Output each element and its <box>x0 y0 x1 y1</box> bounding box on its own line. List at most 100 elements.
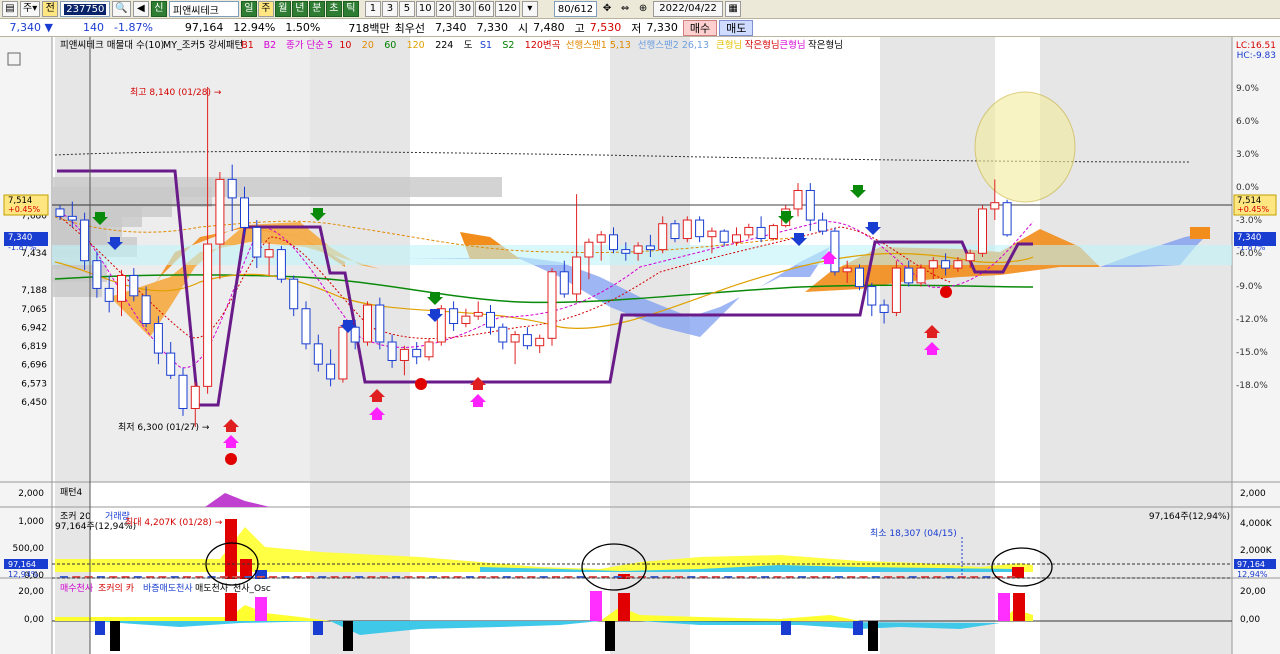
high-label: 고 <box>574 21 585 35</box>
move-icon[interactable]: ⇔ <box>617 1 633 17</box>
candle-body-12 <box>203 243 213 387</box>
number-tab-30[interactable]: 30 <box>455 1 475 17</box>
volume-axis-left-1: 500,00 <box>13 544 45 554</box>
expand-icon[interactable]: ✥ <box>599 1 615 17</box>
candle-body-43 <box>584 241 594 258</box>
candle-body-47 <box>633 245 643 254</box>
candle-body-15 <box>240 197 249 228</box>
number-tab-1[interactable]: 1 <box>364 1 381 17</box>
legend-item-12: S2 <box>502 40 514 51</box>
volume-axis-left-0: 1,000 <box>18 517 44 527</box>
hts-chart-window: ▤ 주 ▾ 전 237750 🔍 ◀ 신 피앤씨테크 일주월년분초틱 1 3 5 10 2… <box>0 0 1280 654</box>
volume-axis-right-0: 4,000K <box>1240 519 1273 529</box>
pct-label-8: -15.0% <box>1236 348 1268 358</box>
osc-legend-0: 매수천사 <box>60 583 94 594</box>
candle-body-0 <box>55 208 65 217</box>
legend-item-15: 선행스팬2 26,13 <box>638 39 709 51</box>
amount-value: 718백만 <box>348 21 390 35</box>
stock-code-input[interactable]: 237750 <box>60 1 111 17</box>
volume-current: 97,164주(12,94%) <box>55 521 136 532</box>
period-tab-4[interactable]: 분 <box>308 1 325 17</box>
legend-item-19: 작은형님 <box>808 40 843 51</box>
candle-body-77 <box>1002 202 1012 236</box>
sell-button[interactable]: 매도 <box>719 19 754 36</box>
candle-body-63 <box>830 230 840 273</box>
number-tab-5[interactable]: 5 <box>398 1 415 17</box>
candle-body-48 <box>645 245 655 251</box>
volume-tag-left-value: 97,164 <box>8 560 36 569</box>
candle-body-13 <box>215 178 225 245</box>
number-tab-20[interactable]: 20 <box>435 1 455 17</box>
volume-title: 조커 20 <box>60 511 91 522</box>
price-value: 7,340 ▼ <box>9 21 53 34</box>
price-label-3: 7,065 <box>21 305 47 315</box>
period-tab-6[interactable]: 틱 <box>342 1 359 17</box>
legend-item-6: 20 <box>362 40 374 51</box>
hc-label: HC:-9.83 <box>1237 51 1276 61</box>
pct-label-7: -12.0% <box>1236 315 1268 325</box>
number-tab-60[interactable]: 60 <box>475 1 494 17</box>
search-icon[interactable]: 🔍 <box>112 1 131 17</box>
menu-icon[interactable]: ▤ <box>2 1 18 17</box>
candle-body-3 <box>92 260 102 289</box>
close-tag-left-price: 7,340 <box>8 233 32 243</box>
candle-body-49 <box>658 223 668 251</box>
turnover-pct: 12.94% <box>233 21 276 34</box>
candle-body-73 <box>953 260 963 269</box>
pct-label-4: -3.0% <box>1236 216 1263 226</box>
candle-body-36 <box>498 326 508 343</box>
pct-label-6: -9.0% <box>1236 282 1263 292</box>
number-tab-120[interactable]: 120 <box>494 1 520 17</box>
candle-body-20 <box>301 308 311 345</box>
buy-button[interactable]: 매수 <box>682 19 718 36</box>
osc-bar-magenta-3 <box>998 593 1010 621</box>
down-arrow-icon[interactable]: ▾ <box>521 1 538 17</box>
signal-dot-3 <box>940 286 952 298</box>
sound-icon[interactable]: ◀ <box>132 1 149 17</box>
number-tab-3[interactable]: 3 <box>381 1 398 17</box>
legend-item-17: 작은형님 <box>745 40 780 51</box>
count-field[interactable]: 80/612 <box>553 1 598 17</box>
legend-item-7: 60 <box>384 40 396 51</box>
quote-bar: 7,340 ▼ 140 -1.87% 97,164 12.94% 1.50% 7… <box>0 19 1280 37</box>
stock-name-field[interactable]: 피앤씨테크 <box>168 1 239 17</box>
candle-body-9 <box>166 352 176 376</box>
change-pct: -1.87% <box>114 21 153 34</box>
open-value: 7,480 <box>533 21 565 34</box>
osc-bar-black-2 <box>343 621 353 651</box>
period-tabs: 일주월년분초틱 <box>240 1 359 17</box>
period-tab-3[interactable]: 년 <box>291 1 308 17</box>
highlight-circle <box>974 91 1076 203</box>
legend-item-2: B1 <box>241 40 254 51</box>
period-tab-0[interactable]: 일 <box>240 1 257 17</box>
volume-tag-right-value: 97,164 <box>1237 560 1265 569</box>
close-tag-left-pct: -1.87% <box>8 243 37 252</box>
candle-body-66 <box>867 286 877 306</box>
zoom-icon[interactable]: ⊕ <box>635 1 651 17</box>
candle-body-1 <box>67 215 77 221</box>
min-annotation: 최저 6,300 (01/27) → <box>118 422 210 433</box>
candle-body-4 <box>104 287 114 302</box>
count-value: 80 <box>557 3 571 15</box>
pct-label-1: 6.0% <box>1236 117 1259 127</box>
all-market-button[interactable]: 전 <box>42 1 59 17</box>
date-field[interactable]: 2022/04/22 <box>653 1 724 17</box>
period-tab-2[interactable]: 월 <box>274 1 291 17</box>
candle-body-33 <box>461 315 471 325</box>
candle-body-7 <box>141 295 151 325</box>
legend-item-3: B2 <box>264 40 277 51</box>
price-label-2: 7,188 <box>21 286 47 296</box>
period-select[interactable]: 주 ▾ <box>20 1 41 17</box>
candle-body-38 <box>522 334 532 347</box>
best-ask-label: 최우선 <box>394 21 425 35</box>
osc-bar-blue-3 <box>781 621 791 635</box>
period-tab-1[interactable]: 주 <box>257 1 274 17</box>
chart-area[interactable]: 피앤씨테크 매물대 수(10)MY_조커5 강세패턴B1 B2 종가 단순 5 10 2… <box>0 37 1280 654</box>
number-tab-10[interactable]: 10 <box>415 1 435 17</box>
candle-body-69 <box>904 267 914 284</box>
calendar-icon[interactable]: ▦ <box>725 1 742 17</box>
period-tab-5[interactable]: 초 <box>325 1 342 17</box>
period-select-label: 주 <box>23 3 33 14</box>
candle-body-10 <box>178 374 188 410</box>
open-label: 시 <box>517 21 529 35</box>
